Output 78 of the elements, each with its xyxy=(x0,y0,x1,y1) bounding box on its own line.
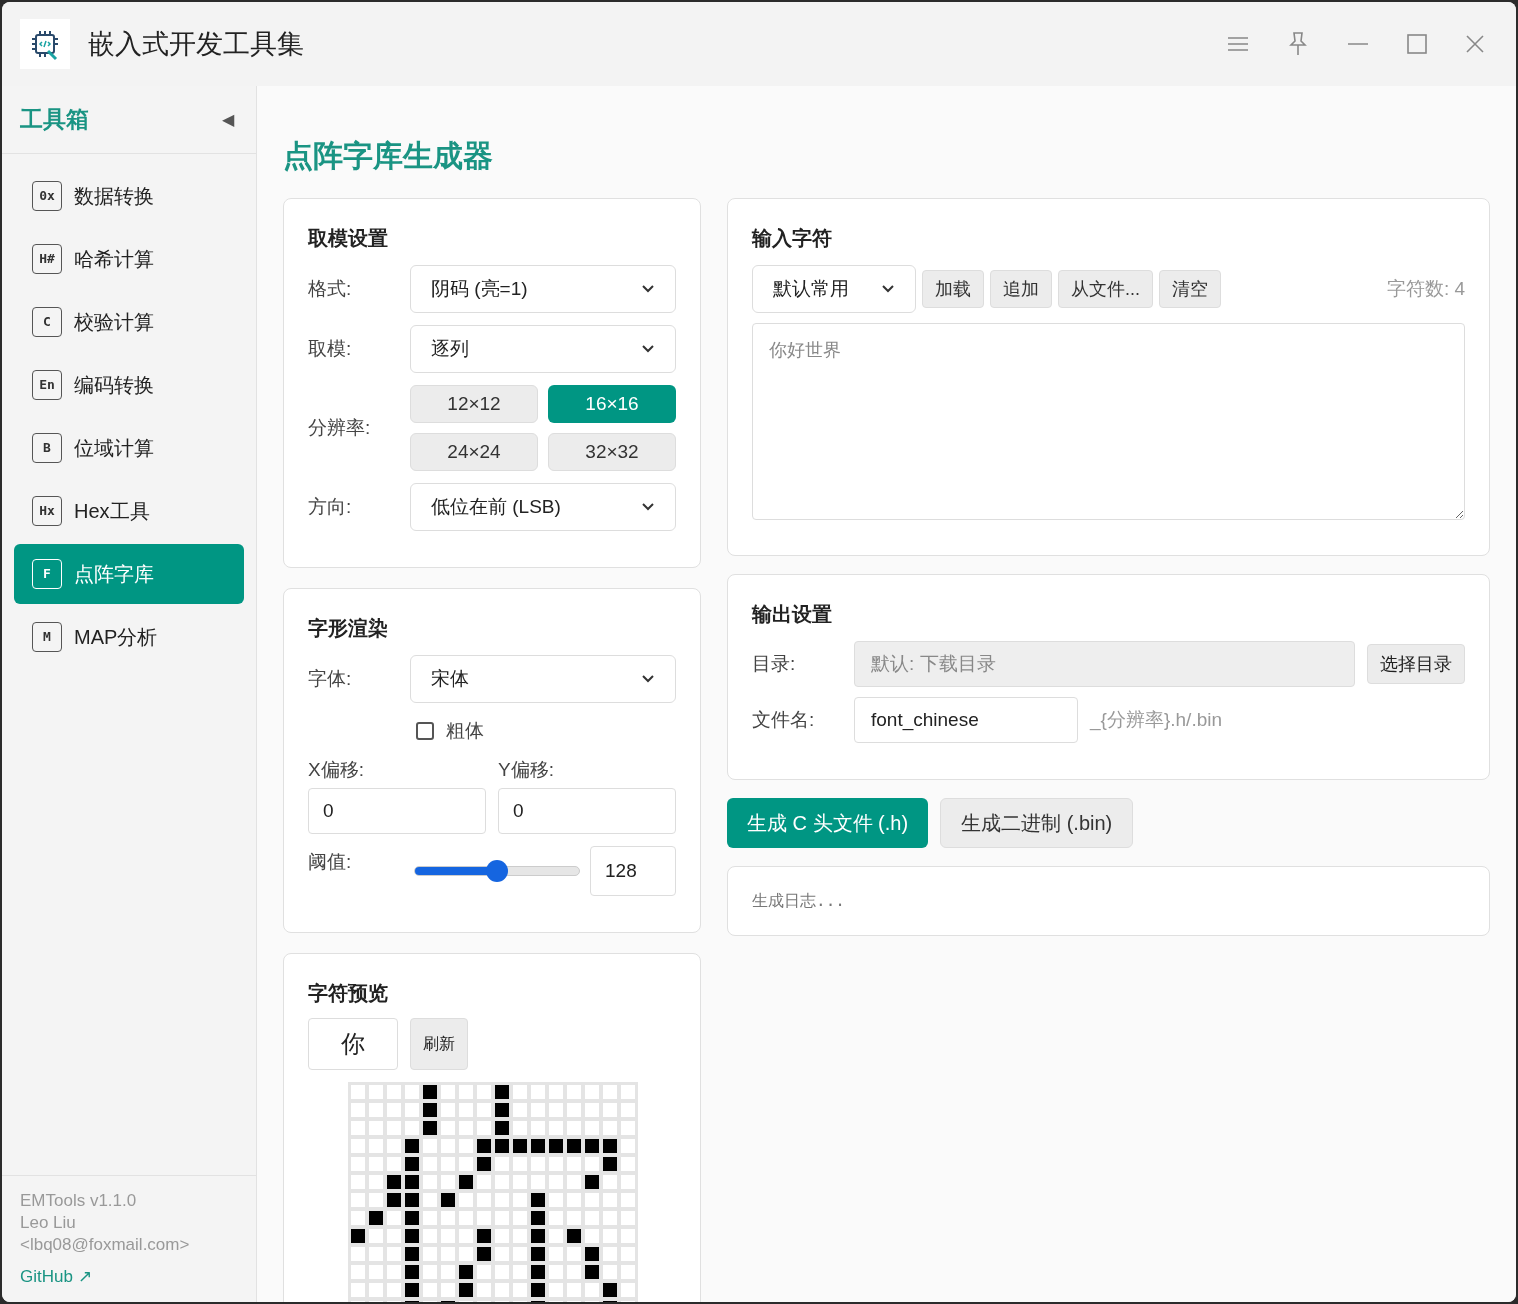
author-name: Leo Liu xyxy=(20,1212,77,1234)
threshold-field[interactable]: 128 xyxy=(590,846,676,896)
sidebar-item[interactable]: C 校验计算 xyxy=(14,292,244,352)
card-title: 输出设置 xyxy=(752,602,833,627)
field-label: 分辨率: xyxy=(308,415,372,440)
field-label: 目录: xyxy=(752,651,797,676)
field-label: X偏移: xyxy=(308,757,365,782)
field-label: 文件名: xyxy=(752,707,816,732)
character-count: 字符数: 4 xyxy=(1386,276,1465,301)
sidebar-item[interactable]: F 点阵字库 xyxy=(14,544,244,604)
field-label: 取模: xyxy=(308,336,353,361)
caret-icon xyxy=(641,344,655,354)
version-text: EMTools v1.1.0 xyxy=(20,1190,138,1212)
filename-field[interactable]: font_chinese xyxy=(854,697,1078,743)
filename-suffix: _{分辨率}.h/.bin xyxy=(1090,707,1223,733)
sidebar-item[interactable]: 0x 数据转换 xyxy=(14,166,244,226)
generate-button[interactable]: 生成二进制 (.bin) xyxy=(940,798,1134,848)
resolution-option[interactable]: 32×32 xyxy=(548,433,676,471)
bold-checkbox[interactable]: 粗体 xyxy=(416,717,676,746)
y-offset-field[interactable]: 0 xyxy=(498,788,676,834)
card-title: 字形渲染 xyxy=(308,616,389,641)
maximize-icon[interactable] xyxy=(1406,33,1428,55)
toolbar-button[interactable]: 从文件... xyxy=(1058,270,1153,308)
sidebar-item[interactable]: En 编码转换 xyxy=(14,355,244,415)
resolution-option[interactable]: 16×16 xyxy=(548,385,676,423)
minimize-icon[interactable] xyxy=(1346,42,1370,46)
page-title: 点阵字库生成器 xyxy=(283,138,494,174)
input-text-area[interactable]: 你好世界 xyxy=(752,323,1465,520)
sidebar-title: 工具箱 xyxy=(20,105,89,135)
window-title: 嵌入式开发工具集 xyxy=(88,27,304,61)
caret-icon xyxy=(641,502,655,512)
badge-icon: M xyxy=(32,622,62,652)
resolution-option[interactable]: 12×12 xyxy=(410,385,538,423)
dropdown[interactable]: 低位在前 (LSB) xyxy=(410,483,676,531)
badge-icon: B xyxy=(32,433,62,463)
badge-icon: Hx xyxy=(32,496,62,526)
caret-icon xyxy=(641,284,655,294)
x-offset-field[interactable]: 0 xyxy=(308,788,486,834)
dropdown[interactable]: 阴码 (亮=1) xyxy=(410,265,676,313)
dropdown[interactable]: 宋体 xyxy=(410,655,676,703)
author-email: <lbq08@foxmail.com> xyxy=(20,1234,191,1256)
toolbar-button[interactable]: 追加 xyxy=(990,270,1052,308)
dropdown[interactable]: 默认常用 xyxy=(752,265,916,313)
dropdown[interactable]: 逐列 xyxy=(410,325,676,373)
pin-icon[interactable] xyxy=(1286,31,1310,57)
toolbar-button[interactable]: 加载 xyxy=(922,270,984,308)
field-label: 格式: xyxy=(308,276,353,301)
badge-icon: 0x xyxy=(32,181,62,211)
preview-char-field[interactable]: 你 xyxy=(308,1018,398,1070)
card-title: 字符预览 xyxy=(308,981,389,1006)
card-title: 输入字符 xyxy=(752,226,833,251)
generate-button[interactable]: 生成 C 头文件 (.h) xyxy=(727,798,929,848)
field-label: 阈值: xyxy=(308,850,353,874)
slider-thumb[interactable] xyxy=(486,860,508,882)
collapse-button[interactable]: ◀ xyxy=(222,107,238,132)
log-panel: 生成日志... xyxy=(727,866,1490,936)
sidebar-item[interactable]: M MAP分析 xyxy=(14,607,244,667)
badge-icon: En xyxy=(32,370,62,400)
resolution-option[interactable]: 24×24 xyxy=(410,433,538,471)
sidebar-item[interactable]: B 位域计算 xyxy=(14,418,244,478)
close-icon[interactable] xyxy=(1464,33,1486,55)
threshold-slider[interactable] xyxy=(414,860,580,882)
card-title: 取模设置 xyxy=(308,226,389,251)
badge-icon: H# xyxy=(32,244,62,274)
badge-icon: F xyxy=(32,559,62,589)
refresh-button[interactable]: 刷新 xyxy=(410,1018,468,1070)
badge-icon: C xyxy=(32,307,62,337)
choose-directory-button[interactable]: 选择目录 xyxy=(1367,644,1465,684)
field-label: 方向: xyxy=(308,494,353,519)
field-label: Y偏移: xyxy=(498,757,555,782)
caret-icon xyxy=(881,284,895,294)
field-label: 字体: xyxy=(308,666,353,691)
sidebar-item[interactable]: H# 哈希计算 xyxy=(14,229,244,289)
sidebar-item[interactable]: Hx Hex工具 xyxy=(14,481,244,541)
toolbar-button[interactable]: 清空 xyxy=(1159,270,1221,308)
app-logo-icon xyxy=(20,19,70,69)
menu-icon[interactable] xyxy=(1226,34,1250,54)
caret-icon xyxy=(641,674,655,684)
